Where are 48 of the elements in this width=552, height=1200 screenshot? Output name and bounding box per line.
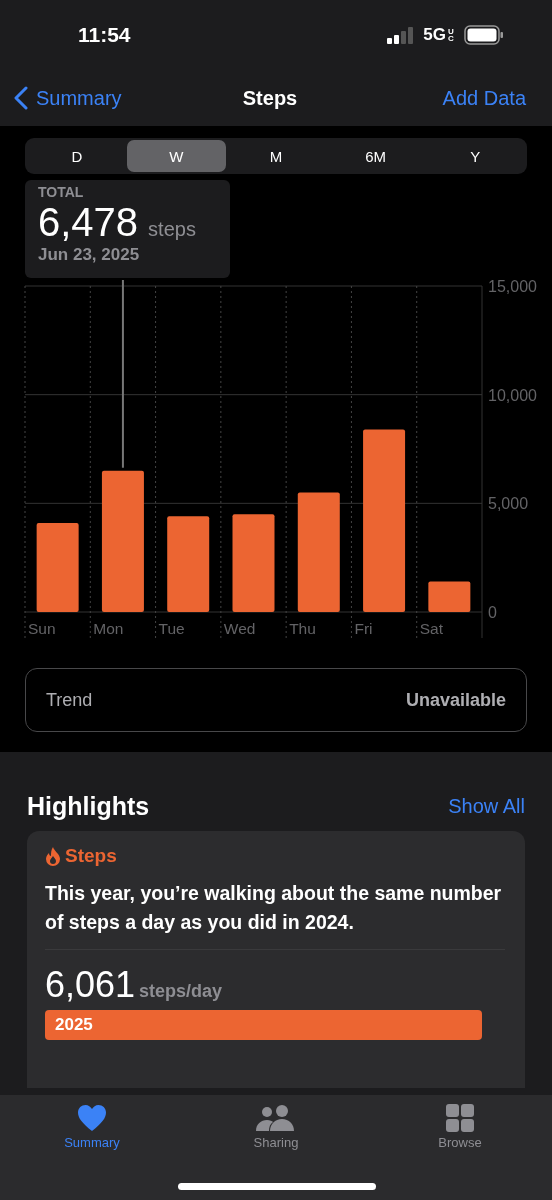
axis-label: 15,000 <box>488 280 537 295</box>
range-tab[interactable]: W <box>126 140 227 172</box>
trend-row[interactable]: Trend Unavailable <box>25 668 527 732</box>
highlight-text: This year, you’re walking about the same number of steps a day as you did in 2024. <box>45 879 505 950</box>
axis-label: Tue <box>158 620 185 637</box>
axis-label: Thu <box>289 620 316 637</box>
axis-label: Mon <box>93 620 124 637</box>
average-unit: steps/day <box>139 981 223 1002</box>
tab-bar-item[interactable]: Sharing <box>184 1103 368 1151</box>
back-link[interactable]: Summary <box>14 86 122 110</box>
average-value: 6,061 <box>45 964 136 1006</box>
trend-value: Unavailable <box>405 689 506 711</box>
chart-bar <box>428 581 471 612</box>
chevron-left-icon <box>14 86 28 110</box>
total-date: Jun 23, 2025 <box>38 245 141 265</box>
total-label: TOTAL <box>38 184 85 200</box>
range-tab[interactable]: M <box>226 140 326 172</box>
people-icon <box>256 1104 296 1132</box>
total-unit: steps <box>148 218 196 241</box>
section-title: Highlights <box>27 792 150 821</box>
range-tab[interactable]: D <box>27 140 127 172</box>
network-label: 5G <box>423 25 446 45</box>
heart-icon <box>77 1104 107 1132</box>
trend-label: Trend <box>46 689 93 711</box>
card-category: Steps <box>65 845 117 867</box>
axis-label: Fri <box>354 620 373 637</box>
year-bar: 2025 <box>45 1010 482 1040</box>
axis-label: Wed <box>223 620 256 637</box>
network-suffix: UC <box>448 27 455 43</box>
add-data-link[interactable]: Add Data <box>442 86 526 110</box>
axis-label: 0 <box>488 604 497 621</box>
flame-icon <box>45 846 61 866</box>
axis-label: 10,000 <box>488 386 537 404</box>
tab-bar-item[interactable]: Summary <box>0 1103 184 1151</box>
battery-icon <box>464 25 504 45</box>
status-time: 11:54 <box>78 23 131 47</box>
axis-label: Sat <box>419 620 443 637</box>
range-tab[interactable]: 6M <box>325 140 426 172</box>
grid-icon <box>446 1104 474 1132</box>
range-tab[interactable]: Y <box>425 140 525 172</box>
signal-icon <box>387 26 416 44</box>
total-value: 6,478 <box>38 200 139 245</box>
screen-title: Steps <box>242 86 298 110</box>
axis-label: 5,000 <box>488 495 529 513</box>
axis-label: Sun <box>28 620 56 637</box>
show-all-link[interactable]: Show All <box>448 795 525 818</box>
tab-bar-item[interactable]: Browse <box>368 1103 552 1151</box>
highlight-card[interactable]: Steps This year, you’re walking about the same number of steps a day as you did in 2024. 6,061 steps/day 2025 <box>27 831 525 1088</box>
